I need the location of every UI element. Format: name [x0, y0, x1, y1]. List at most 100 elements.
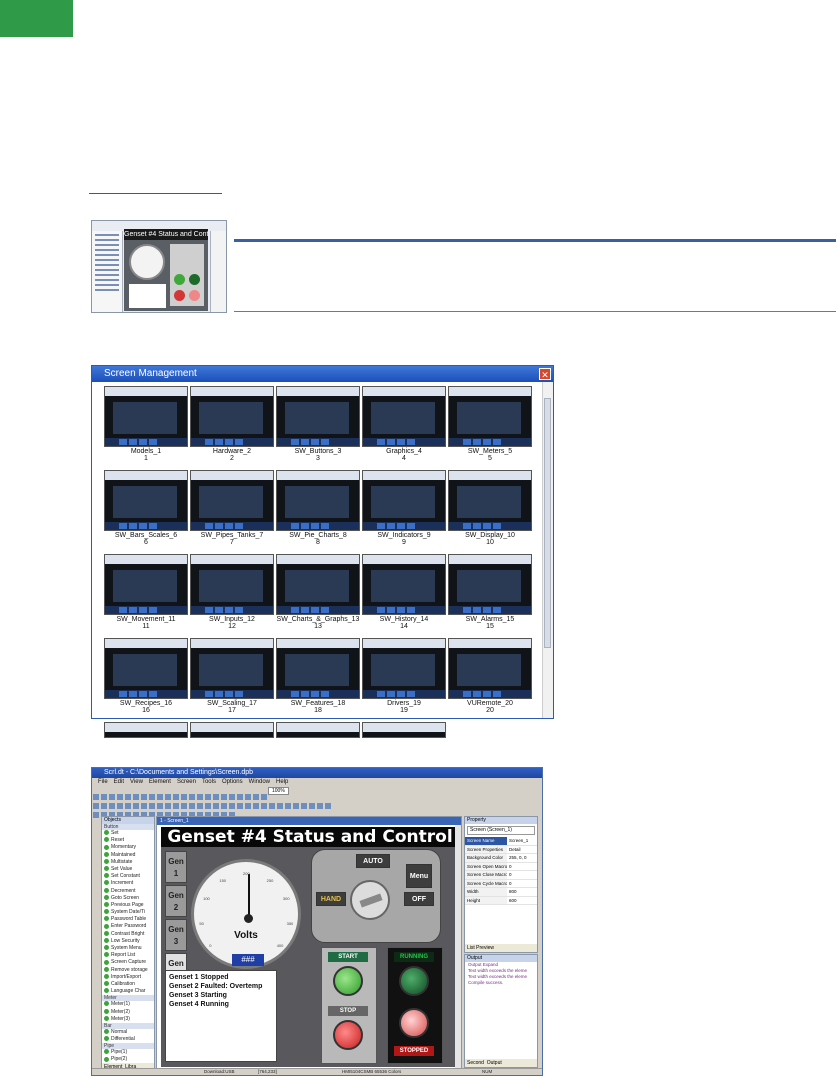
screen-thumbnail[interactable]: Drivers_19 19	[362, 638, 446, 714]
menu-button[interactable]: Menu	[406, 864, 432, 888]
screen-thumbnail[interactable]: Hardware_2 2	[190, 386, 274, 462]
menu-item-window[interactable]: Window	[249, 779, 270, 785]
object-icon	[104, 909, 109, 915]
property-row[interactable]: Screen Open Macro 0	[465, 862, 537, 871]
object-item[interactable]: Set Value	[102, 866, 154, 873]
object-item[interactable]: Increment	[102, 880, 154, 887]
object-item[interactable]: Pipe(1)	[102, 1049, 154, 1056]
selector-knob[interactable]	[350, 880, 390, 920]
screen-thumbnail[interactable]: SW_Scaling_17 17	[190, 638, 274, 714]
object-item[interactable]: Decrement	[102, 888, 154, 895]
screen-number: 4	[402, 455, 406, 462]
screen-thumbnail[interactable]: SW_Alarms_15 15	[448, 554, 532, 630]
screen-thumbnail-partial[interactable]	[190, 722, 274, 738]
object-item[interactable]: Set Constant	[102, 873, 154, 880]
object-item[interactable]: Maintained	[102, 852, 154, 859]
property-row[interactable]: Height 600	[465, 896, 537, 905]
tab-output[interactable]: Output	[487, 1060, 502, 1066]
menu-item-file[interactable]: File	[98, 779, 108, 785]
screen-thumbnail[interactable]: SW_Movement_11 11	[104, 554, 188, 630]
output-panel: Output Output Expand Text width exceeds t…	[464, 954, 538, 1068]
zoom-select[interactable]: 100%	[268, 787, 289, 795]
menu-item-screen[interactable]: Screen	[177, 779, 196, 785]
menu-item-element[interactable]: Element	[149, 779, 171, 785]
object-item[interactable]: Language Char	[102, 988, 154, 995]
screen-thumbnail[interactable]: SW_Features_18 18	[276, 638, 360, 714]
start-button[interactable]	[333, 966, 363, 996]
screen-thumbnail[interactable]: SW_Indicators_9 9	[362, 470, 446, 546]
object-item[interactable]: Contrast Bright	[102, 931, 154, 938]
gen-1-button[interactable]: Gen 1	[165, 851, 187, 883]
window-title: Screen Management	[92, 366, 553, 382]
object-item[interactable]: Previous Page	[102, 902, 154, 909]
object-item[interactable]: Calibration	[102, 981, 154, 988]
object-item[interactable]: Normal	[102, 1029, 154, 1036]
screen-thumbnail[interactable]: SW_Bars_Scales_6 6	[104, 470, 188, 546]
object-item[interactable]: Remove storage	[102, 967, 154, 974]
close-icon[interactable]: ✕	[539, 368, 551, 380]
screen-thumbnail[interactable]: SW_Buttons_3 3	[276, 386, 360, 462]
stop-button[interactable]	[333, 1020, 363, 1050]
screen-name: SW_Buttons_3	[294, 448, 342, 455]
menu-item-edit[interactable]: Edit	[114, 779, 124, 785]
gen-2-button[interactable]: Gen 2	[165, 885, 187, 917]
property-row[interactable]: Screen Cycle Macro 0	[465, 879, 537, 888]
object-item[interactable]: Goto Screen	[102, 895, 154, 902]
tab-second[interactable]: Second	[467, 1060, 484, 1066]
screen-thumbnail[interactable]: Models_1 1	[104, 386, 188, 462]
off-button[interactable]: OFF	[404, 892, 434, 906]
property-row[interactable]: Screen Properties Detail	[465, 845, 537, 854]
canvas-scrollbar[interactable]	[455, 825, 461, 1071]
object-item[interactable]: Differential	[102, 1036, 154, 1043]
screen-preview	[190, 470, 274, 531]
toolbar-button-icon[interactable]	[93, 812, 99, 818]
object-item[interactable]: Momentary	[102, 844, 154, 851]
object-item[interactable]: Meter(1)	[102, 1001, 154, 1008]
screen-thumbnail[interactable]: VURemote_20 20	[448, 638, 532, 714]
hand-button[interactable]: HAND	[316, 892, 346, 906]
menu-item-view[interactable]: View	[130, 779, 143, 785]
property-row[interactable]: Width 800	[465, 888, 537, 897]
object-icon	[104, 1001, 109, 1007]
menu-item-options[interactable]: Options	[222, 779, 243, 785]
screen-thumbnail[interactable]: SW_Display_10 10	[448, 470, 532, 546]
object-icon	[104, 966, 109, 972]
vertical-scrollbar[interactable]	[542, 382, 553, 718]
property-row[interactable]: Screen Name Screen_1	[465, 837, 537, 846]
object-item[interactable]: Password Table	[102, 916, 154, 923]
auto-button[interactable]: AUTO	[356, 854, 390, 868]
object-item[interactable]: Meter(3)	[102, 1016, 154, 1023]
screen-thumbnail-partial[interactable]	[276, 722, 360, 738]
object-item[interactable]: System Date/Ti	[102, 909, 154, 916]
menu-item-help[interactable]: Help	[276, 779, 288, 785]
tab-preview[interactable]: Preview	[476, 945, 494, 951]
object-item[interactable]: Set	[102, 830, 154, 837]
screen-thumbnail[interactable]: SW_Inputs_12 12	[190, 554, 274, 630]
property-row[interactable]: Screen Close Macro 0	[465, 871, 537, 880]
property-selector[interactable]: Screen (Screen_1)	[467, 826, 535, 835]
canvas-tab[interactable]: 1 - Screen_1	[157, 817, 461, 825]
screen-thumbnail[interactable]: SW_Meters_5 5	[448, 386, 532, 462]
screen-thumbnail[interactable]: SW_Pipes_Tanks_7 7	[190, 470, 274, 546]
object-item[interactable]: Meter(2)	[102, 1009, 154, 1016]
object-item[interactable]: Reset	[102, 837, 154, 844]
object-icon	[104, 1008, 109, 1014]
screen-thumbnail[interactable]: Graphics_4 4	[362, 386, 446, 462]
menu-item-tools[interactable]: Tools	[202, 779, 216, 785]
screen-thumbnail-partial[interactable]	[104, 722, 188, 738]
object-item[interactable]: Low Security	[102, 938, 154, 945]
screen-thumbnail[interactable]: SW_Recipes_16 16	[104, 638, 188, 714]
object-item[interactable]: System Menu	[102, 945, 154, 952]
screen-thumbnail-partial[interactable]	[362, 722, 446, 738]
object-item[interactable]: Enter Password	[102, 923, 154, 930]
screen-thumbnail[interactable]: SW_Pie_Charts_8 8	[276, 470, 360, 546]
object-item[interactable]: Multistate	[102, 859, 154, 866]
object-item[interactable]: Import/Export	[102, 974, 154, 981]
object-item[interactable]: Report List	[102, 952, 154, 959]
object-item[interactable]: Screen Capture	[102, 959, 154, 966]
screen-thumbnail[interactable]: SW_History_14 14	[362, 554, 446, 630]
tab-list[interactable]: List	[467, 945, 475, 951]
screen-thumbnail[interactable]: SW_Charts_&_Graphs_13 13	[276, 554, 360, 630]
gen-3-button[interactable]: Gen 3	[165, 919, 187, 951]
property-row[interactable]: Background Color 255, 0, 0	[465, 854, 537, 863]
